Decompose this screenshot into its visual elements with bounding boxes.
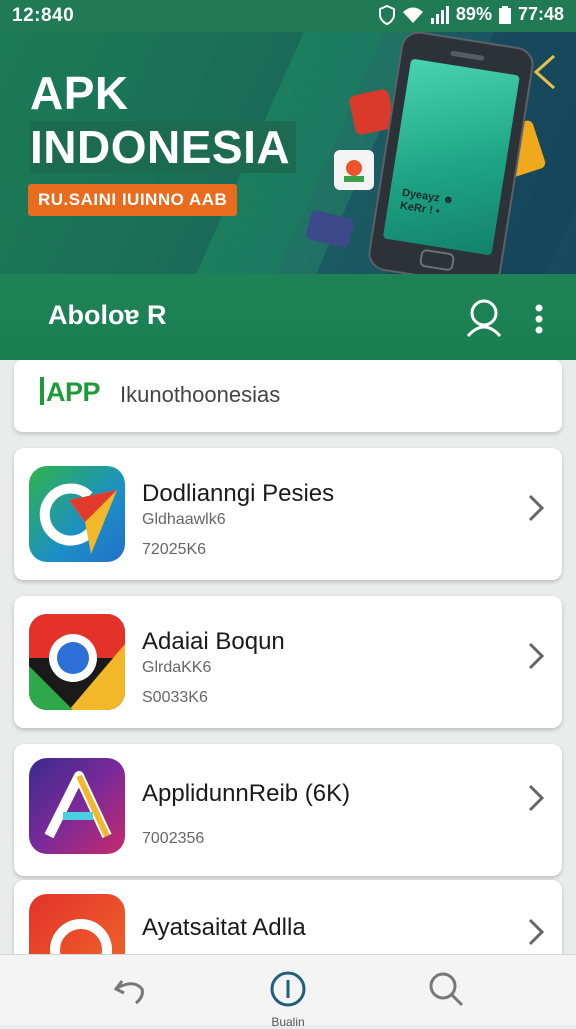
brand-logo: APP: [40, 377, 101, 408]
brand-logo-text: APP: [46, 377, 101, 407]
app-developer: GlrdaKK6: [142, 659, 212, 676]
app-icon: [29, 758, 125, 854]
app-size: 7002356: [142, 830, 205, 847]
phone-screen: Dyeayz ☻ KeRr ! •: [382, 58, 520, 256]
app-list-item[interactable]: Dodlianngi Pesies Gldhaawlk6 72025K6: [14, 448, 562, 580]
nav-search-button[interactable]: [424, 967, 468, 1011]
chevron-accent-icon: [533, 54, 555, 90]
wifi-icon: [402, 7, 423, 23]
info-circle-icon: [270, 971, 306, 1007]
maps-logo-icon: [39, 483, 117, 554]
search-icon: [429, 972, 464, 1007]
battery-icon: [498, 5, 511, 24]
chevron-right-icon: [528, 642, 545, 670]
app-name: Dodlianngi Pesies: [142, 480, 335, 507]
search-icon: [466, 299, 502, 338]
chevron-right-icon: [528, 494, 545, 522]
app-size: 72025K6: [142, 541, 207, 558]
photo-app-icon: [334, 150, 374, 190]
status-icons: 89% 77:48: [378, 4, 564, 25]
app-bar: Aboloɐ R: [0, 274, 576, 360]
app-list-item[interactable]: ApplidunnReib (6K) 7002356: [14, 744, 562, 876]
search-button[interactable]: [462, 296, 506, 340]
brand-bar[interactable]: APP Ikunothoonesias: [14, 360, 562, 432]
undo-icon: [113, 980, 144, 1005]
status-bar: 12:840 89% 77:48: [0, 0, 576, 32]
banner-tagline: RU.SAINI IUINNO AAB: [28, 184, 238, 216]
bottom-navigation: Bualin: [0, 954, 576, 1029]
banner-title: APK INDONESIA: [30, 66, 297, 174]
signal-icon: [430, 5, 449, 24]
nav-home-button[interactable]: [266, 967, 310, 1011]
status-time-left: 12:840: [12, 5, 75, 26]
banner-title-line2: INDONESIA: [30, 121, 297, 173]
nav-back-button[interactable]: [108, 967, 152, 1011]
chrome-logo-icon: [29, 614, 125, 710]
phone-speaker: [450, 50, 485, 61]
app-icon: [29, 614, 125, 710]
brand-logo-bar: [40, 377, 44, 405]
app-list-item[interactable]: Adaiai Boqun GlrdaKK6 S0033K6: [14, 596, 562, 728]
banner-title-line1: APK: [30, 67, 129, 119]
app-size: S0033K6: [142, 689, 208, 706]
nav-home-label: Bualin: [271, 1015, 305, 1029]
brand-text: Ikunothoonesias: [120, 382, 281, 407]
phone-screen-text: Dyeayz ☻ KeRr ! •: [399, 186, 455, 218]
chevron-right-icon: [528, 918, 545, 946]
letter-a-logo-icon: [44, 771, 112, 839]
status-time-right: 77:48: [517, 4, 564, 24]
overflow-menu-button[interactable]: [524, 300, 554, 340]
phone-home-button: [418, 248, 456, 272]
app-name: Ayatsaitat Adlla: [142, 914, 306, 941]
app-developer: Gldhaawlk6: [142, 511, 226, 528]
app-name: ApplidunnReib (6K): [142, 780, 351, 807]
app-icon: [29, 466, 125, 562]
promo-banner[interactable]: APK INDONESIA RU.SAINI IUINNO AAB Dyeayz…: [0, 32, 576, 274]
location-icon: [378, 4, 395, 25]
more-vert-icon: [535, 304, 543, 334]
app-bar-title: Aboloɐ R: [48, 300, 167, 330]
app-name: Adaiai Boqun: [142, 628, 285, 655]
chevron-right-icon: [528, 784, 545, 812]
battery-percent: 89%: [455, 4, 492, 24]
